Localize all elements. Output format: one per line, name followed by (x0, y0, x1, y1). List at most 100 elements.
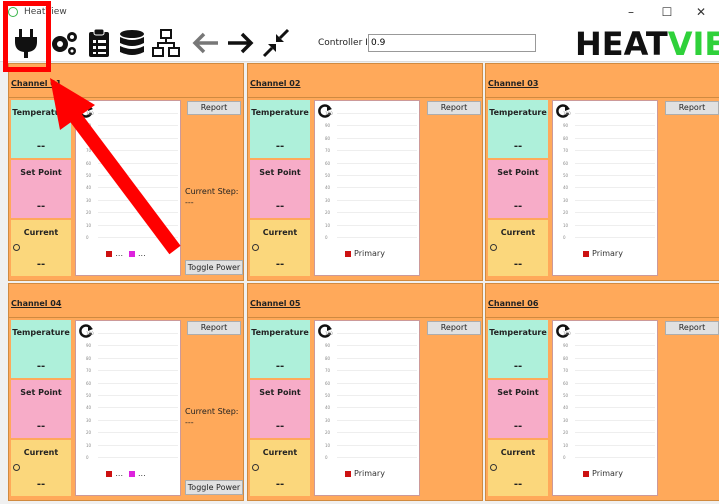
legend-item[interactable]: Primary (583, 469, 623, 478)
gridline (575, 187, 655, 189)
legend-label: Primary (592, 469, 623, 478)
setpoint-tile[interactable]: Set Point -- (250, 380, 310, 438)
legend-item[interactable]: Primary (345, 249, 385, 258)
legend-item[interactable]: ... (106, 469, 123, 478)
clipboard-icon[interactable] (83, 26, 115, 60)
close-button[interactable]: ✕ (688, 3, 714, 21)
legend-item[interactable]: ... (129, 469, 146, 478)
current-radio[interactable] (13, 464, 20, 471)
y-tick-label: 40 (86, 185, 92, 191)
channel-title[interactable]: Channel 03 (488, 79, 538, 88)
y-tick-label: 40 (563, 185, 569, 191)
y-tick-label: 40 (86, 405, 92, 411)
current-radio[interactable] (252, 464, 259, 471)
report-button[interactable]: Report (187, 321, 241, 335)
report-button[interactable]: Report (427, 101, 481, 115)
gridline (575, 407, 655, 409)
legend-item[interactable]: ... (129, 249, 146, 258)
channel-panel: Channel 03 Temperature -- Set Point -- C… (485, 63, 719, 281)
y-tick-label: 30 (86, 197, 92, 203)
channel-title[interactable]: Channel 05 (250, 299, 300, 308)
gears-icon[interactable] (48, 26, 80, 60)
temperature-value: -- (275, 361, 285, 372)
channel-title[interactable]: Channel 01 (11, 79, 61, 88)
network-icon[interactable] (150, 26, 182, 60)
setpoint-tile[interactable]: Set Point -- (11, 380, 71, 438)
current-value: -- (513, 479, 523, 490)
arrow-left-icon[interactable] (190, 26, 222, 60)
gridline (98, 125, 178, 127)
y-tick-label: 90 (325, 343, 331, 349)
y-tick-label: 80 (325, 355, 331, 361)
y-tick-label: 50 (325, 393, 331, 398)
current-radio[interactable] (490, 464, 497, 471)
y-tick-label: 50 (86, 393, 92, 398)
gridline (98, 333, 178, 334)
gridline (98, 224, 178, 226)
legend-label: ... (115, 249, 123, 258)
y-tick-label: 0 (563, 455, 566, 460)
temperature-chart: 100 90 80 70 60 50 40 30 20 10 0 ...... (75, 100, 181, 276)
gridline (575, 345, 655, 347)
compress-icon[interactable] (260, 26, 292, 60)
gridline (337, 125, 417, 127)
y-tick-label: 40 (325, 185, 331, 191)
y-tick-label: 80 (563, 355, 569, 361)
y-axis: 100 90 80 70 60 50 40 30 20 10 0 (319, 331, 419, 463)
report-button[interactable]: Report (427, 321, 481, 335)
y-tick-label: 0 (325, 235, 328, 240)
chart-legend: Primary (315, 249, 421, 258)
toggle-power-button[interactable]: Toggle Power (185, 480, 243, 495)
current-step: Current Step: --- (185, 406, 239, 428)
y-axis: 100 90 80 70 60 50 40 30 20 10 0 (80, 331, 180, 463)
setpoint-tile[interactable]: Set Point -- (250, 160, 310, 218)
minimize-button[interactable]: – (618, 3, 644, 21)
report-button[interactable]: Report (665, 321, 719, 335)
gridline (575, 125, 655, 127)
setpoint-label: Set Point (20, 388, 62, 397)
legend-swatch (345, 470, 352, 477)
gridline (575, 382, 655, 384)
current-radio[interactable] (490, 244, 497, 251)
current-radio[interactable] (252, 244, 259, 251)
current-radio[interactable] (13, 244, 20, 251)
gridline (575, 419, 655, 421)
current-tile: Current -- (488, 220, 548, 276)
temperature-tile: Temperature -- (11, 100, 71, 158)
gridline (575, 444, 655, 446)
legend-item[interactable]: Primary (345, 469, 385, 478)
current-step-label: Current Step: (185, 187, 239, 196)
maximize-button[interactable]: ☐ (654, 3, 680, 21)
temperature-value: -- (275, 141, 285, 152)
current-tile: Current -- (250, 220, 310, 276)
gridline (337, 333, 417, 334)
gridline (575, 237, 655, 238)
gridline (98, 407, 178, 409)
y-tick-label: 20 (86, 430, 92, 436)
report-button[interactable]: Report (187, 101, 241, 115)
gridline (98, 187, 178, 189)
temperature-chart: 100 90 80 70 60 50 40 30 20 10 0 Primary (314, 100, 420, 276)
setpoint-tile[interactable]: Set Point -- (488, 160, 548, 218)
gridline (98, 357, 178, 359)
setpoint-tile[interactable]: Set Point -- (11, 160, 71, 218)
toggle-power-button[interactable]: Toggle Power (185, 260, 243, 275)
controller-id-input[interactable] (368, 34, 536, 52)
y-tick-label: 60 (563, 380, 569, 386)
temperature-label: Temperature (12, 108, 70, 117)
y-tick-label: 10 (325, 222, 331, 228)
y-tick-label: 20 (325, 430, 331, 436)
legend-item[interactable]: ... (106, 249, 123, 258)
database-icon[interactable] (116, 26, 148, 60)
current-tile: Current -- (488, 440, 548, 496)
current-step-value: --- (185, 418, 194, 427)
channel-title[interactable]: Channel 04 (11, 299, 61, 308)
arrow-right-icon[interactable] (224, 26, 256, 60)
setpoint-value: -- (513, 201, 523, 212)
channel-title[interactable]: Channel 02 (250, 79, 300, 88)
y-tick-label: 100 (86, 111, 94, 116)
legend-item[interactable]: Primary (583, 249, 623, 258)
channel-title[interactable]: Channel 06 (488, 299, 538, 308)
report-button[interactable]: Report (665, 101, 719, 115)
setpoint-tile[interactable]: Set Point -- (488, 380, 548, 438)
